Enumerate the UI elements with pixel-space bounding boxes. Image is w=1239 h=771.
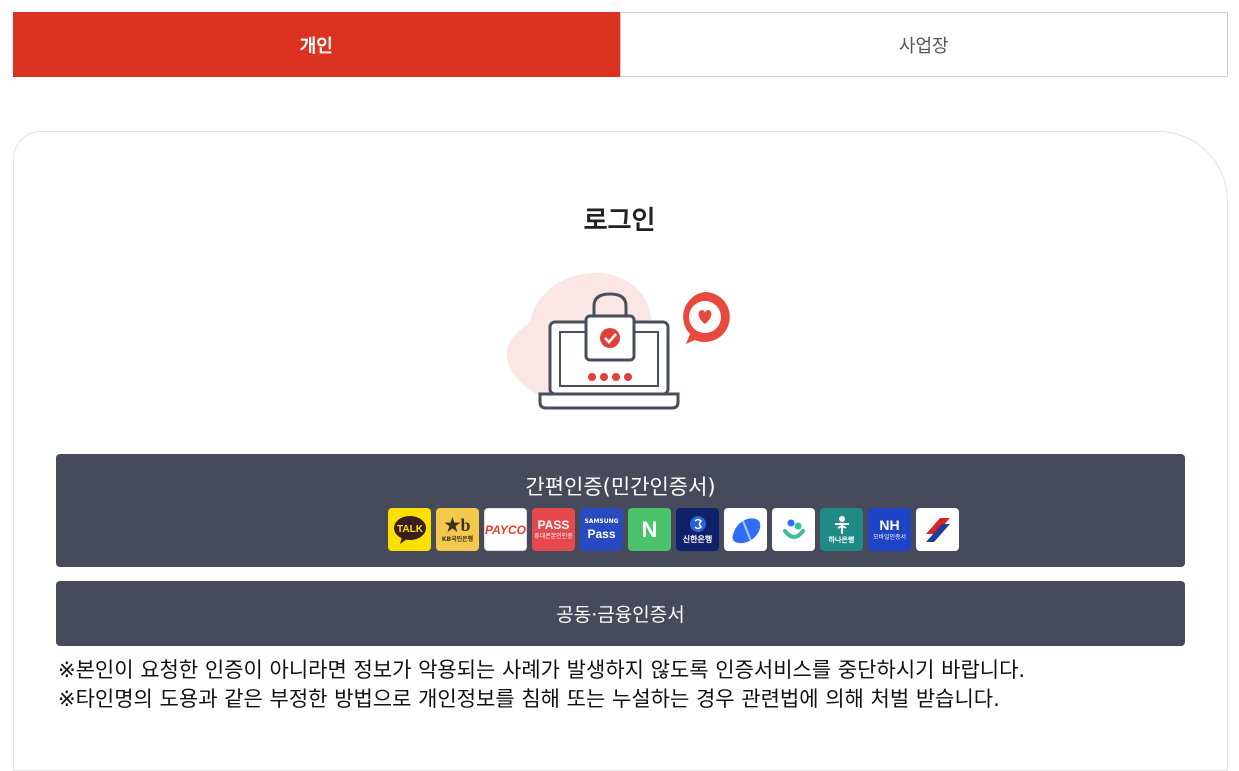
laptop-lock-illustration	[506, 272, 730, 410]
naver-icon[interactable]: N	[628, 508, 671, 551]
page-title: 로그인	[583, 206, 656, 236]
joint-financial-cert-button[interactable]: 공동·금융인증서	[56, 581, 1185, 646]
user-type-tabs: 개인 사업장	[13, 12, 1228, 77]
hana-bank-icon[interactable]: 하나은행	[820, 508, 863, 551]
kftc-icon[interactable]	[916, 508, 959, 551]
nh-icon[interactable]: NH 모바일인증서	[868, 508, 911, 551]
notice-line-1: ※본인이 요청한 인증이 아니라면 정보가 악용되는 사례가 발생하지 않도록 …	[58, 658, 1026, 682]
joint-financial-cert-label: 공동·금융인증서	[556, 604, 685, 626]
banksalad-icon[interactable]	[772, 508, 815, 551]
payco-icon[interactable]: PAYCO	[484, 508, 527, 551]
notice-line-2: ※타인명의 도용과 같은 부정한 방법으로 개인정보를 침해 또는 누설하는 경…	[58, 687, 1000, 711]
provider-icon-list: TALK ★b KB국민은행 PAYCO PASS 휴대폰본인인증 SAMSUNG Pass N…	[388, 508, 959, 551]
svg-text:TALK: TALK	[397, 524, 424, 535]
samsung-pass-icon[interactable]: SAMSUNG Pass	[580, 508, 623, 551]
kb-bank-icon[interactable]: ★b KB국민은행	[436, 508, 479, 551]
notice-text: ※본인이 요청한 인증이 아니라면 정보가 악용되는 사례가 발생하지 않도록 …	[58, 656, 1025, 714]
shinhan-bank-icon[interactable]: 신한은행	[676, 508, 719, 551]
pass-icon[interactable]: PASS 휴대폰본인인증	[532, 508, 575, 551]
simple-auth-button[interactable]: 간편인증(민간인증서) TALK ★b KB국민은행 PAYCO PASS 휴대폰본인인증…	[56, 454, 1185, 567]
kakaotalk-icon[interactable]: TALK	[388, 508, 431, 551]
toss-icon[interactable]	[724, 508, 767, 551]
tab-personal[interactable]: 개인	[13, 12, 620, 77]
simple-auth-label: 간편인증(민간인증서)	[525, 475, 716, 499]
tab-business[interactable]: 사업장	[619, 12, 1228, 77]
